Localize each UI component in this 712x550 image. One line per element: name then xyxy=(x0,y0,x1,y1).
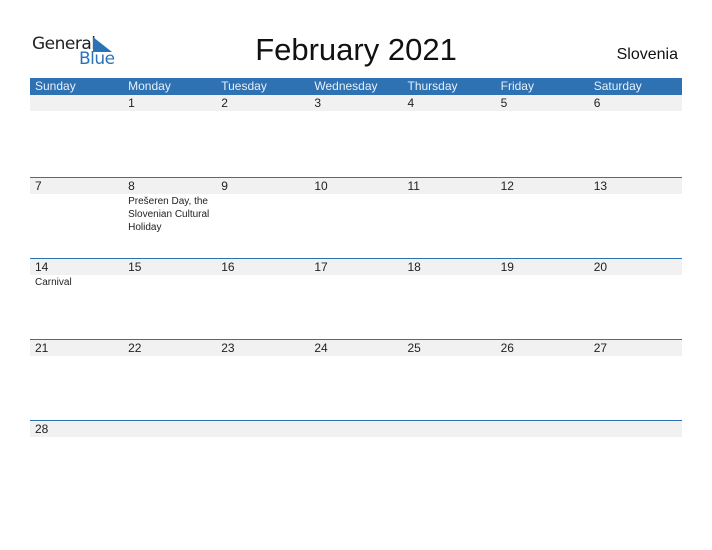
day-number: 7 xyxy=(35,179,42,193)
day-number: 26 xyxy=(500,341,514,355)
holiday-label xyxy=(30,194,123,234)
day-number xyxy=(30,95,123,111)
date-strip: 21 22 23 24 25 26 27 xyxy=(30,340,682,356)
holiday-label xyxy=(216,275,309,289)
day-number: 17 xyxy=(314,260,328,274)
day-number: 15 xyxy=(128,260,142,274)
day-number: 1 xyxy=(128,96,135,110)
week-row: 28 xyxy=(30,420,682,437)
holiday-label xyxy=(216,111,309,112)
page-title: February 2021 xyxy=(255,32,457,67)
day-number: 18 xyxy=(407,260,421,274)
day-number: 2 xyxy=(221,96,228,110)
day-number: 21 xyxy=(35,341,49,355)
holiday-label xyxy=(496,356,589,357)
day-number: 24 xyxy=(314,341,328,355)
day-number: 6 xyxy=(593,96,601,110)
weekday-saturday: Saturday xyxy=(593,79,642,93)
holiday-label xyxy=(216,194,309,234)
week-row: 7 8 9 10 11 12 13 Prešeren Day, the Slovenian C… xyxy=(30,177,682,258)
week-row: 1 2 3 4 5 6 xyxy=(30,95,682,177)
day-number xyxy=(216,421,309,437)
day-number: 20 xyxy=(593,260,608,274)
day-number: 27 xyxy=(593,341,608,355)
weekday-friday: Friday xyxy=(500,79,534,93)
day-number: 14 xyxy=(35,260,49,274)
day-number: 16 xyxy=(221,260,235,274)
holiday-label xyxy=(216,356,309,357)
holiday-label xyxy=(403,194,496,234)
day-number: 13 xyxy=(593,179,608,193)
holiday-label xyxy=(309,356,402,357)
week-row: 14 15 16 17 18 19 20 Carnival xyxy=(30,258,682,339)
day-number xyxy=(589,421,682,437)
day-number: 5 xyxy=(500,96,508,110)
events-strip xyxy=(30,111,682,112)
day-number xyxy=(123,421,216,437)
day-number xyxy=(403,421,496,437)
events-strip: Carnival xyxy=(30,275,682,289)
weekday-header-row: Sunday Monday Tuesday Wednesday Thursday… xyxy=(30,78,682,95)
events-strip: Prešeren Day, the Slovenian Cultural Hol… xyxy=(30,194,682,234)
holiday-label xyxy=(403,275,496,289)
weekday-thursday: Thursday xyxy=(407,79,458,93)
day-number: 4 xyxy=(407,96,415,110)
week-row: 21 22 23 24 25 26 27 xyxy=(30,339,682,420)
day-number: 22 xyxy=(128,341,142,355)
day-number: 9 xyxy=(221,179,228,193)
day-number: 12 xyxy=(500,179,514,193)
day-number: 3 xyxy=(314,96,322,110)
events-strip xyxy=(30,356,682,357)
weekday-wednesday: Wednesday xyxy=(314,79,378,93)
holiday-label xyxy=(496,111,589,112)
date-strip: 1 2 3 4 5 6 xyxy=(30,95,682,111)
holiday-label xyxy=(589,275,682,289)
date-strip: 14 15 16 17 18 19 20 xyxy=(30,259,682,275)
calendar-grid: Sunday Monday Tuesday Wednesday Thursday… xyxy=(30,78,682,437)
weekday-monday: Monday xyxy=(128,79,171,93)
day-number: 23 xyxy=(221,341,235,355)
holiday-label xyxy=(123,356,216,357)
day-number: 28 xyxy=(35,422,49,436)
day-number: 19 xyxy=(500,260,514,274)
date-strip: 7 8 9 10 11 12 13 xyxy=(30,178,682,194)
holiday-label xyxy=(123,111,216,112)
day-number: 8 xyxy=(128,179,135,193)
holiday-label xyxy=(123,275,216,289)
holiday-label xyxy=(589,356,682,357)
day-number xyxy=(496,421,589,437)
holiday-label xyxy=(30,111,123,112)
holiday-label xyxy=(309,194,402,234)
holiday-label xyxy=(496,194,589,234)
holiday-label xyxy=(30,356,123,357)
day-number: 11 xyxy=(407,179,420,193)
day-number: 10 xyxy=(314,179,328,193)
holiday-label xyxy=(403,356,496,357)
country-label: Slovenia xyxy=(616,46,678,63)
weekday-sunday: Sunday xyxy=(35,79,76,93)
holiday-label: Carnival xyxy=(35,277,72,288)
holiday-label: Prešeren Day, the Slovenian Cultural Hol… xyxy=(128,196,210,233)
holiday-label xyxy=(589,194,682,234)
holiday-label xyxy=(496,275,589,289)
day-number xyxy=(309,421,402,437)
day-number: 25 xyxy=(407,341,421,355)
holiday-label xyxy=(309,111,402,112)
holiday-label xyxy=(309,275,402,289)
holiday-label xyxy=(589,111,682,112)
weekday-tuesday: Tuesday xyxy=(221,79,267,93)
date-strip: 28 xyxy=(30,421,682,437)
holiday-label xyxy=(403,111,496,112)
